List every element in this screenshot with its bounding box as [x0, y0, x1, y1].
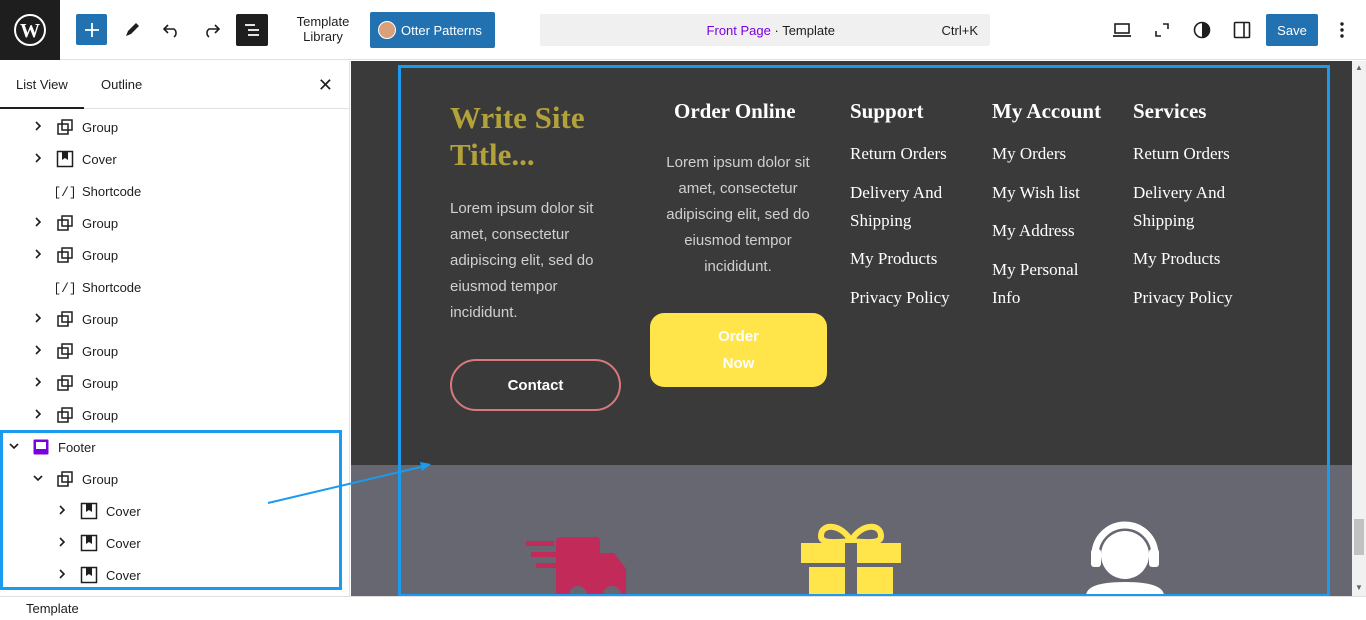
list-view-row-label: Group — [82, 311, 119, 327]
svg-text:[/]: [/] — [56, 185, 74, 200]
undo-button[interactable] — [160, 18, 184, 42]
undo-icon — [162, 24, 177, 38]
otter-avatar-icon — [378, 21, 396, 39]
chevron-right-icon[interactable] — [32, 120, 44, 134]
list-view-row[interactable]: Group — [0, 111, 349, 143]
wordpress-logo-icon[interactable]: W — [0, 0, 60, 60]
keyboard-shortcut: Ctrl+K — [941, 22, 978, 38]
fullscreen-icon — [1155, 23, 1169, 37]
tab-list-view[interactable]: List View — [0, 77, 84, 109]
editor-topbar: W Template Library Otter Patterns Front … — [0, 0, 1366, 60]
settings-sidebar-button[interactable] — [1230, 18, 1254, 42]
group-icon — [56, 246, 74, 264]
styles-button[interactable] — [1190, 18, 1214, 42]
group-icon — [56, 310, 74, 328]
list-view-icon — [245, 24, 259, 36]
sidebar-icon — [1233, 21, 1251, 39]
list-view-row-label: Group — [82, 343, 119, 359]
distraction-free-button[interactable] — [1150, 18, 1174, 42]
list-view-row[interactable]: Group — [0, 335, 349, 367]
cover-icon — [56, 150, 74, 168]
chevron-right-icon[interactable] — [32, 248, 44, 262]
save-button[interactable]: Save — [1266, 14, 1318, 46]
laptop-icon — [1113, 23, 1131, 37]
list-view-row[interactable]: Cover — [0, 143, 349, 175]
chevron-right-icon[interactable] — [32, 152, 44, 166]
command-palette-bar[interactable]: Front Page · Template Ctrl+K — [540, 14, 990, 46]
list-view-row[interactable]: Group — [0, 367, 349, 399]
contrast-icon — [1193, 21, 1211, 39]
edit-tools-button[interactable] — [120, 18, 144, 42]
group-icon — [56, 374, 74, 392]
svg-text:W: W — [20, 20, 40, 42]
list-view-row[interactable]: Group — [0, 207, 349, 239]
device-preview-button[interactable] — [1110, 18, 1134, 42]
list-view-row[interactable]: [/] Shortcode — [0, 271, 349, 303]
list-view-row[interactable]: Group — [0, 239, 349, 271]
list-view-row-label: Group — [82, 119, 119, 135]
template-library-button[interactable]: Template Library — [290, 14, 356, 44]
close-icon[interactable]: ✕ — [318, 75, 333, 96]
add-block-button[interactable] — [76, 14, 107, 45]
group-icon — [56, 118, 74, 136]
chevron-right-icon[interactable] — [32, 216, 44, 230]
group-icon — [56, 406, 74, 424]
tab-outline[interactable]: Outline — [101, 77, 142, 92]
status-bar-breadcrumb[interactable]: Template — [0, 596, 1366, 620]
scrollbar-thumb[interactable] — [1354, 519, 1364, 555]
otter-patterns-label: Otter Patterns — [401, 22, 482, 38]
scroll-up-icon: ▲ — [1355, 63, 1363, 72]
plus-icon — [84, 22, 99, 37]
selection-highlight-canvas — [398, 65, 1330, 597]
selection-highlight-footer-tree — [0, 430, 342, 590]
chevron-right-icon[interactable] — [32, 344, 44, 358]
otter-patterns-button[interactable]: Otter Patterns — [370, 12, 495, 48]
list-view-row[interactable]: Group — [0, 303, 349, 335]
redo-icon — [206, 24, 221, 38]
list-view-row[interactable]: Group — [0, 399, 349, 431]
scroll-down-icon: ▼ — [1355, 583, 1363, 592]
list-view-row-label: Cover — [82, 151, 117, 167]
chevron-right-icon[interactable] — [32, 408, 44, 422]
shortcode-icon: [/] — [56, 182, 74, 200]
group-icon — [56, 214, 74, 232]
redo-button[interactable] — [199, 18, 223, 42]
sidebar-tabs: List View Outline ✕ — [0, 61, 349, 109]
document-title: Front Page · Template — [706, 22, 835, 38]
chevron-right-icon[interactable] — [32, 376, 44, 390]
shortcode-icon: [/] — [56, 278, 74, 296]
list-view-row-label: Group — [82, 375, 119, 391]
canvas-scrollbar[interactable]: ▲ ▼ — [1352, 61, 1366, 596]
more-vertical-icon — [1340, 22, 1344, 38]
list-view-row[interactable]: [/] Shortcode — [0, 175, 349, 207]
list-view-row-label: Group — [82, 407, 119, 423]
group-icon — [56, 342, 74, 360]
list-view-toggle[interactable] — [236, 14, 268, 46]
svg-text:[/]: [/] — [56, 281, 74, 296]
list-view-row-label: Group — [82, 215, 119, 231]
list-view-row-label: Shortcode — [82, 279, 142, 295]
options-button[interactable] — [1332, 18, 1352, 42]
chevron-right-icon[interactable] — [32, 312, 44, 326]
pencil-icon — [126, 23, 139, 36]
list-view-row-label: Shortcode — [82, 183, 142, 199]
list-view-row-label: Group — [82, 247, 119, 263]
